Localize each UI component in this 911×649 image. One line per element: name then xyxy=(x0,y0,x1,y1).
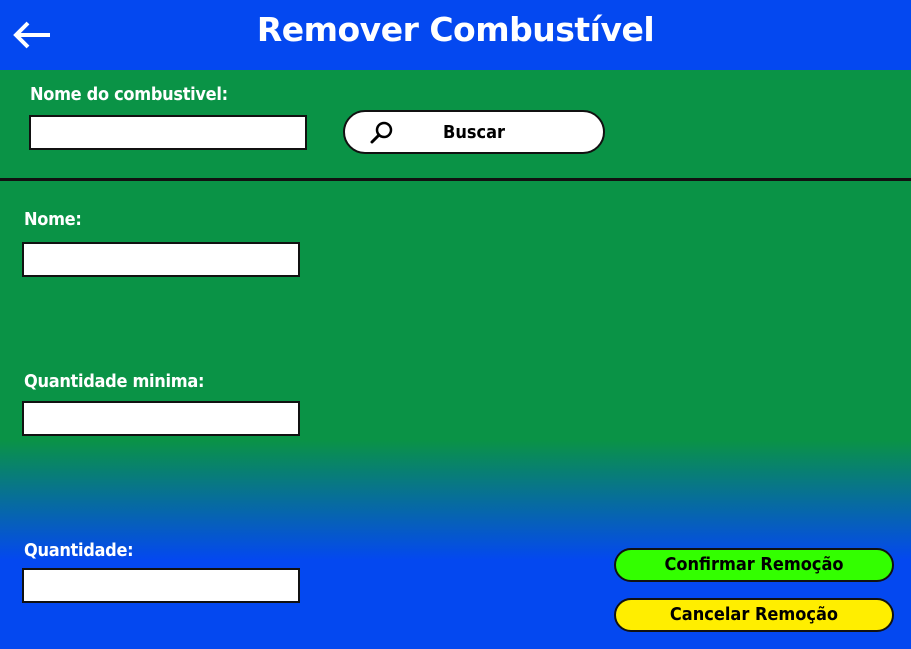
cancel-removal-button[interactable]: Cancelar Remoção xyxy=(614,598,894,632)
nome-label: Nome: xyxy=(24,209,82,230)
search-field-label: Nome do combustivel: xyxy=(30,84,228,105)
section-divider xyxy=(0,178,911,181)
quantidade-label: Quantidade: xyxy=(24,540,134,561)
search-button[interactable]: Buscar xyxy=(343,110,605,154)
quantidade-field[interactable] xyxy=(22,568,300,603)
search-button-label: Buscar xyxy=(442,122,506,143)
header-bar: Remover Combustível xyxy=(0,0,911,70)
quantidade-minima-label: Quantidade minima: xyxy=(24,371,205,392)
page-title: Remover Combustível xyxy=(256,10,655,49)
nome-field[interactable] xyxy=(22,242,300,277)
confirm-removal-button[interactable]: Confirmar Remoção xyxy=(614,548,894,582)
quantidade-minima-field[interactable] xyxy=(22,401,300,436)
search-input[interactable] xyxy=(29,115,307,150)
